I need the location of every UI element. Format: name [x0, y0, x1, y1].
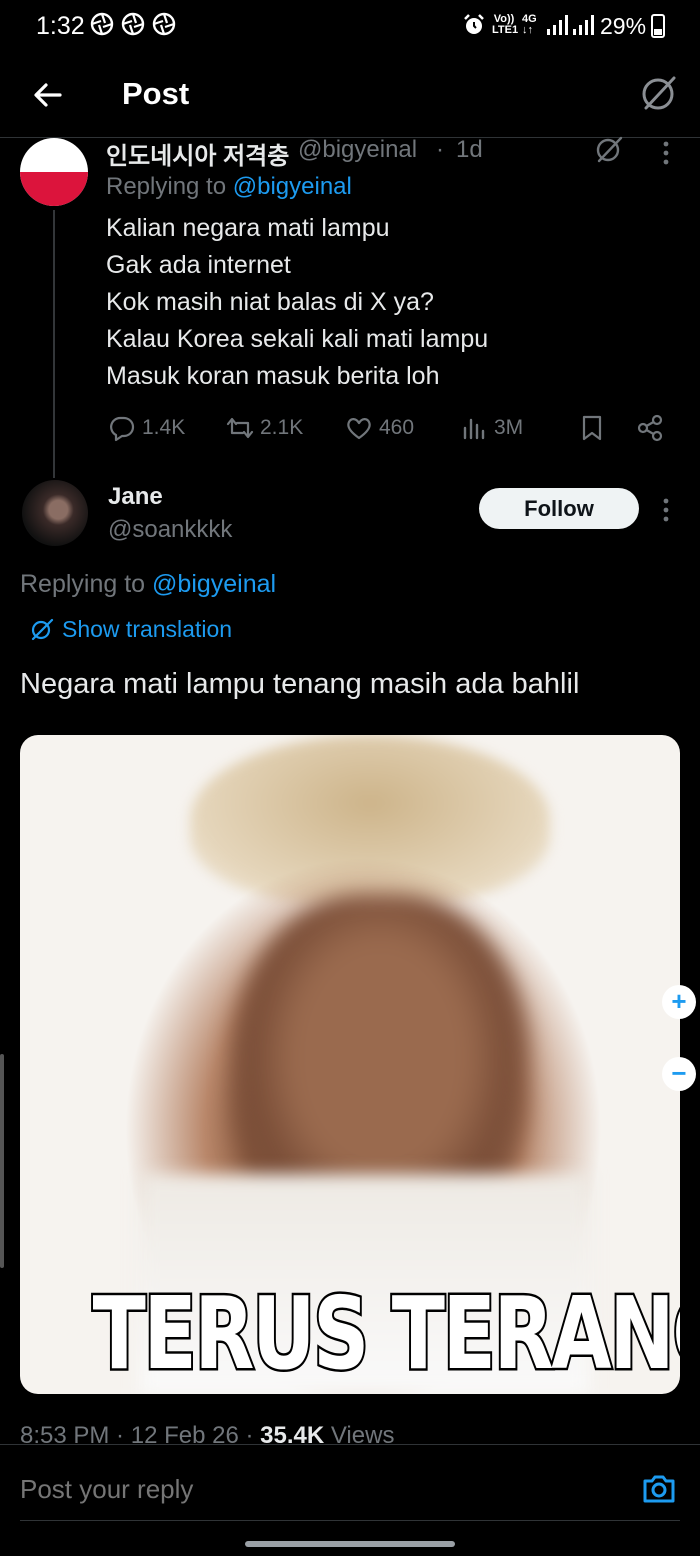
- reply-icon: [110, 416, 135, 442]
- like-action[interactable]: 460: [345, 413, 414, 443]
- battery-percent: 29%: [600, 13, 647, 39]
- author-name[interactable]: Jane: [108, 483, 163, 511]
- camera-icon[interactable]: [640, 1470, 678, 1508]
- separator-dot: ·: [436, 136, 444, 163]
- network-type: 4G ↓↑: [522, 13, 537, 36]
- zoom-out-button[interactable]: −: [662, 1057, 696, 1091]
- share-icon: [637, 414, 663, 442]
- post-text-line: Masuk koran masuk berita loh: [106, 362, 440, 390]
- repost-icon: [226, 417, 254, 439]
- views-action[interactable]: 3M: [460, 413, 523, 443]
- grok-icon[interactable]: [640, 74, 678, 112]
- zoom-in-button[interactable]: +: [662, 985, 696, 1019]
- back-arrow-icon[interactable]: [30, 77, 66, 113]
- follow-button[interactable]: Follow: [479, 488, 639, 529]
- author-handle[interactable]: @soankkkk: [108, 516, 232, 544]
- post-text-line: Kok masih niat balas di X ya?: [106, 288, 434, 316]
- edge-panel-handle[interactable]: [0, 1054, 4, 1268]
- divider: [20, 1520, 680, 1521]
- more-options-icon[interactable]: [656, 138, 676, 168]
- bookmark-action[interactable]: [578, 413, 606, 443]
- views-icon: [463, 418, 485, 440]
- post-text-line: Kalian negara mati lampu: [106, 214, 390, 242]
- signal-icon: [572, 14, 594, 41]
- post-timestamp: 8:53 PM · 12 Feb 26 · 35.4K Views: [20, 1422, 395, 1444]
- like-icon: [347, 418, 371, 440]
- mention-link[interactable]: @bigyeinal: [152, 570, 276, 598]
- show-translation-link[interactable]: Show translation: [30, 614, 232, 644]
- alarm-icon: [462, 13, 486, 42]
- replying-to: Replying to @bigyeinal: [20, 570, 277, 598]
- avatar[interactable]: [22, 480, 88, 546]
- top-app-bar: [0, 60, 700, 138]
- replying-to: Replying to @bigyeinal: [106, 173, 352, 200]
- status-time: 1:32: [36, 12, 85, 40]
- grok-icon[interactable]: [594, 134, 624, 164]
- grok-icon: [31, 618, 54, 641]
- aperture-icon: [152, 12, 176, 42]
- meme-caption: TERUS TERANG: [91, 1275, 680, 1392]
- reply-input[interactable]: [20, 1474, 580, 1505]
- post-text-line: Kalau Korea sekali kali mati lampu: [106, 325, 489, 353]
- more-options-icon[interactable]: [656, 495, 676, 525]
- repost-action[interactable]: 2.1K: [226, 413, 303, 443]
- views-count: 3M: [494, 416, 524, 439]
- page-title: Post: [122, 76, 190, 111]
- battery-icon: [651, 14, 665, 38]
- show-translation-label: Show translation: [62, 615, 233, 642]
- post-media-image[interactable]: TERUS TERANG: [20, 735, 680, 1394]
- signal-icon: [546, 14, 568, 41]
- aperture-icon: [121, 12, 145, 42]
- like-count: 460: [379, 416, 415, 439]
- home-indicator[interactable]: [245, 1541, 455, 1547]
- share-action[interactable]: [636, 413, 664, 443]
- bookmark-icon: [582, 415, 602, 441]
- author-handle[interactable]: @bigyeinal: [298, 136, 417, 164]
- reply-count: 1.4K: [142, 416, 186, 439]
- post-time[interactable]: 1d: [456, 136, 483, 164]
- thread-connector: [53, 210, 55, 478]
- post-text: Negara mati lampu tenang masih ada bahli…: [20, 668, 580, 700]
- post-text-line: Gak ada internet: [106, 251, 291, 279]
- mention-link[interactable]: @bigyeinal: [233, 173, 352, 200]
- aperture-icon: [90, 12, 114, 42]
- repost-count: 2.1K: [260, 416, 304, 439]
- avatar[interactable]: [20, 138, 88, 206]
- reply-action[interactable]: 1.4K: [108, 413, 185, 443]
- author-name[interactable]: 인도네시아 저격충: [106, 136, 289, 171]
- network-label: Vo)) LTE1: [492, 13, 519, 36]
